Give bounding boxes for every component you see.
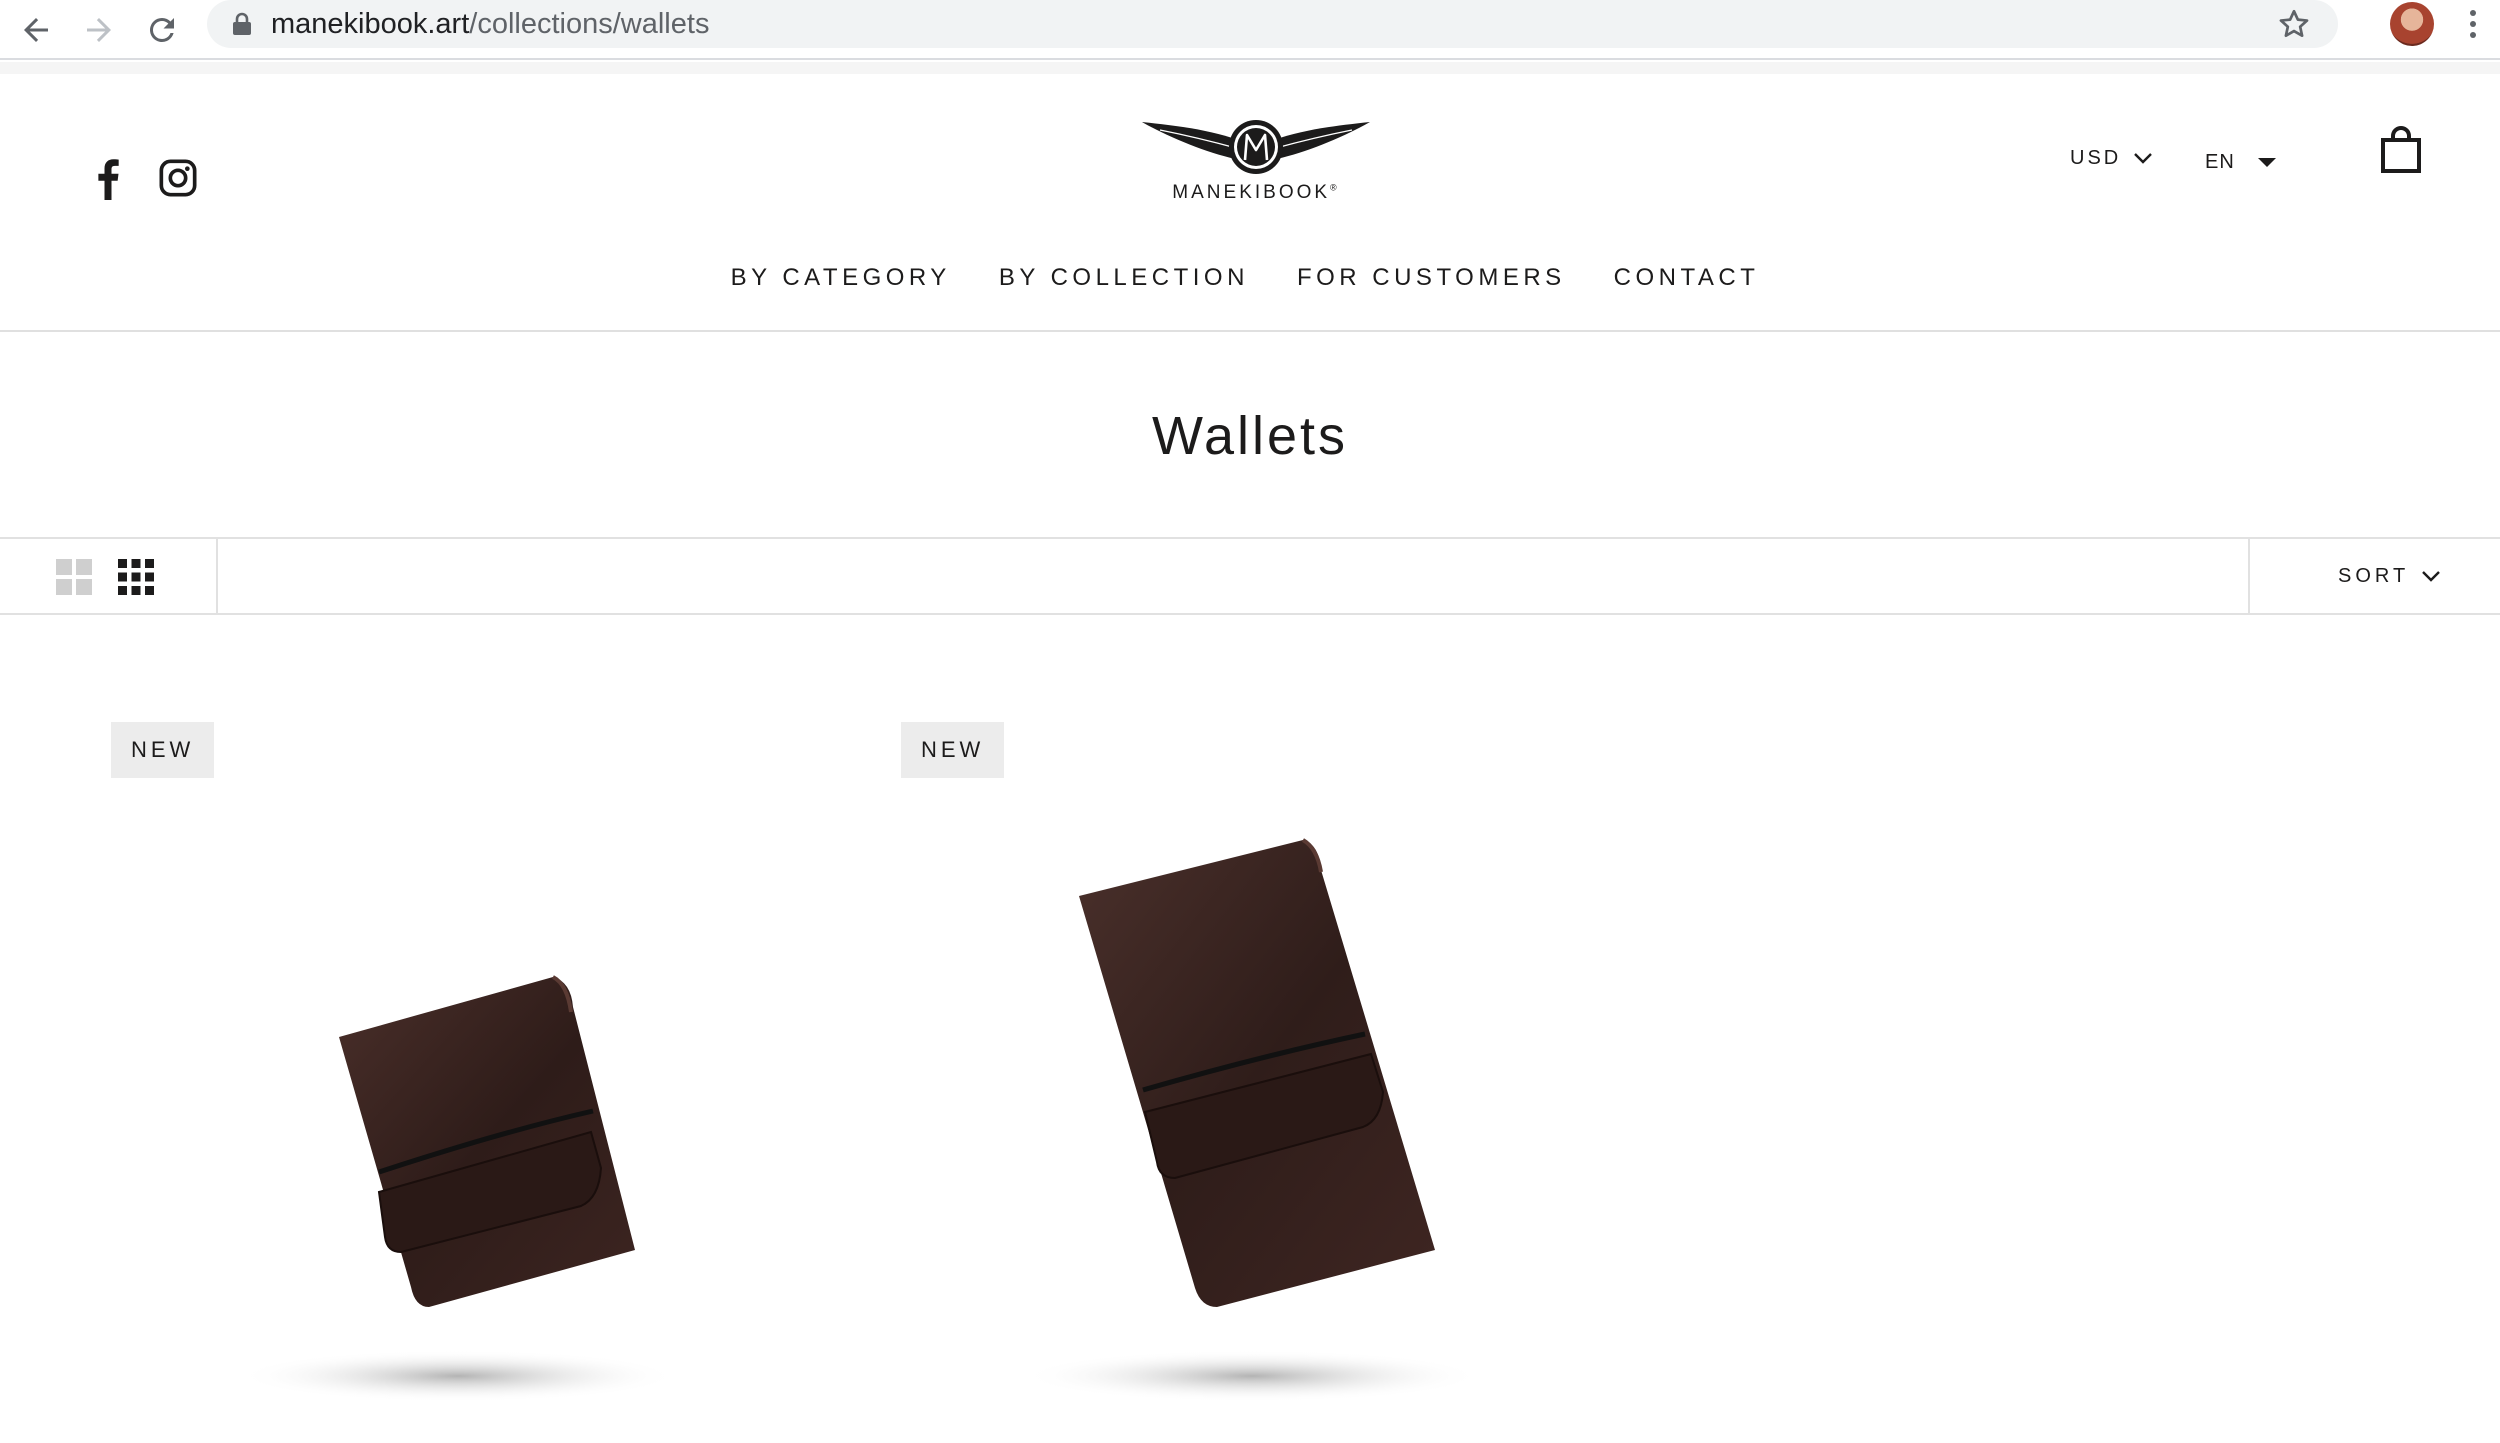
new-badge: NEW [901,722,1005,778]
currency-label: USD [2070,147,2122,169]
url-text: manekibook.art/collections/wallets [271,6,709,42]
back-arrow-icon[interactable] [12,6,60,54]
url-path: /collections/wallets [469,8,710,40]
nav-by-category[interactable]: BY CATEGORY [731,258,951,298]
currency-selector[interactable]: USD [2070,140,2153,176]
language-label: EN [2205,151,2235,173]
facebook-icon[interactable] [94,158,122,200]
sort-container: SORT [2248,539,2500,613]
small-leather-wallet-image [238,975,678,1402]
sort-button[interactable]: SORT [2338,557,2441,595]
page: manekibook.art/collections/wallets MANEK… [0,0,2500,1443]
chevron-down-icon [2134,153,2153,164]
nav-for-customers[interactable]: FOR CUSTOMERS [1297,258,1566,298]
logo-text: MANEKIBOOK® [1172,182,1339,204]
logo-wordmark: MANEKIBOOK [1172,182,1331,203]
profile-avatar[interactable] [2390,2,2434,46]
nav-by-collection[interactable]: BY COLLECTION [999,258,1249,298]
header-divider [0,330,2500,332]
grid-small-icon[interactable] [116,557,156,597]
site-logo[interactable]: MANEKIBOOK® [1140,116,1372,206]
lock-icon [233,12,251,35]
chevron-down-icon [2422,571,2441,582]
kebab-menu-icon[interactable] [2461,6,2485,42]
sort-label: SORT [2338,565,2410,587]
address-bar[interactable]: manekibook.art/collections/wallets [207,0,2338,48]
winged-m-logo-icon [1142,120,1370,174]
top-strip [0,62,2500,74]
grid-large-icon[interactable] [54,557,94,597]
instagram-icon[interactable] [158,158,198,198]
collection-title: Wallets [1151,406,1349,466]
nav-contact[interactable]: CONTACT [1614,258,1760,298]
star-icon[interactable] [2276,6,2312,42]
caret-down-icon [2257,158,2276,167]
product-card[interactable]: NEW [901,722,1661,1443]
reload-icon[interactable] [138,6,186,54]
new-badge: NEW [111,722,215,778]
language-selector[interactable]: EN [2205,144,2277,180]
forward-arrow-icon[interactable] [75,6,123,54]
view-toggle-group [0,539,218,613]
collection-toolbar: SORT [0,537,2500,615]
product-card[interactable]: NEW [111,722,871,1443]
main-navigation: BY CATEGORY BY COLLECTION FOR CUSTOMERS … [0,258,2500,298]
logo-registered-mark: ® [1330,182,1340,193]
long-leather-wallet-image [1022,838,1482,1402]
browser-toolbar: manekibook.art/collections/wallets [0,0,2500,60]
shopping-bag-icon[interactable] [2380,126,2422,174]
url-domain: manekibook.art [271,8,470,40]
